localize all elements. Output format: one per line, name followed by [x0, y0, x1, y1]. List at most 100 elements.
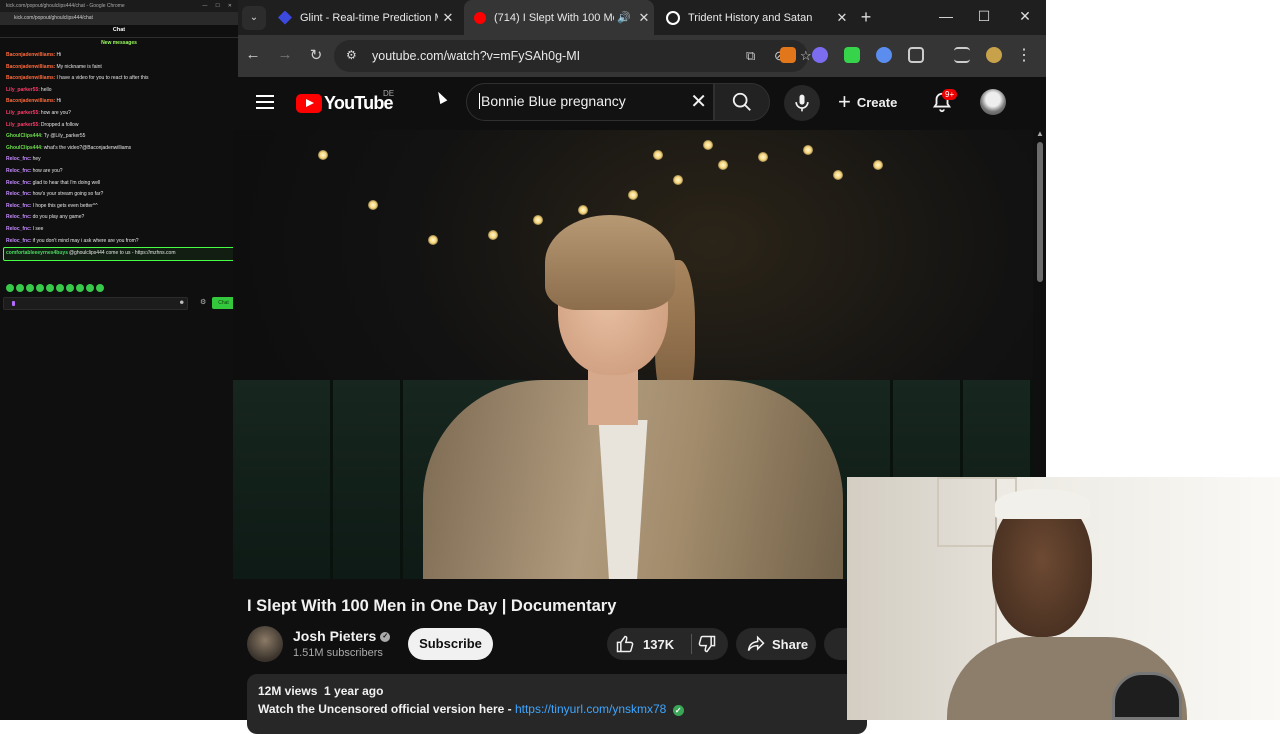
browser-menu-icon[interactable]: ⋮	[1016, 45, 1032, 65]
chat-message[interactable]: Reloc_fnc:if you don't mind may i ask wh…	[6, 236, 232, 248]
chat-window-controls[interactable]: — ☐ ✕	[202, 3, 232, 9]
chat-message[interactable]: Reloc_fnc:how are you?	[6, 166, 232, 178]
media-control-icon[interactable]	[954, 47, 970, 63]
emote-icon[interactable]	[86, 284, 94, 292]
chat-message[interactable]: Reloc_fnc:I see	[6, 224, 232, 236]
new-tab-button[interactable]: +	[856, 7, 876, 28]
chat-username[interactable]: Baconjadenwilliams:	[6, 98, 55, 104]
emote-icon[interactable]	[76, 284, 84, 292]
emote-icon[interactable]	[36, 284, 44, 292]
chat-message[interactable]: Lily_parker55:how are you?	[6, 108, 232, 120]
gear-icon[interactable]: ⚙	[200, 298, 206, 306]
thumbs-down-icon[interactable]	[697, 634, 717, 654]
emote-icon[interactable]	[16, 284, 24, 292]
tab-trident-history[interactable]: Trident History and Satan ✕	[656, 0, 852, 35]
bookmark-star-icon[interactable]: ☆	[800, 48, 812, 64]
emote-icon[interactable]	[96, 284, 104, 292]
emote-icon[interactable]	[6, 284, 14, 292]
chat-username[interactable]: Reloc_fnc:	[6, 203, 32, 209]
puzzle-extensions-icon[interactable]	[908, 47, 924, 63]
chat-username[interactable]: Lily_parker55:	[6, 87, 40, 93]
tab-glint[interactable]: Glint - Real-time Prediction Ma ✕	[268, 0, 458, 35]
close-window-button[interactable]: ✕	[1013, 8, 1037, 25]
reload-icon[interactable]: ↻	[306, 46, 326, 64]
tab-close-icon[interactable]: ✕	[832, 10, 852, 26]
site-info-icon[interactable]: ⚙	[346, 48, 357, 62]
chat-message[interactable]: GhoulClips444:Ty @Lily_parker55	[6, 131, 232, 143]
chat-message[interactable]: Baconjadenwilliams:I have a video for yo…	[6, 73, 232, 85]
chat-username[interactable]: Reloc_fnc:	[6, 226, 32, 232]
search-box[interactable]: ✕	[466, 83, 714, 121]
chat-message[interactable]: Lily_parker55:hello	[6, 85, 232, 97]
chat-message-input[interactable]: ☻	[3, 297, 188, 310]
chat-username[interactable]: Baconjadenwilliams:	[6, 52, 55, 58]
create-button[interactable]: + Create	[838, 87, 897, 117]
video-description[interactable]: 12M views 1 year ago Watch the Uncensore…	[247, 674, 867, 734]
share-button[interactable]: Share	[736, 628, 816, 660]
chat-username[interactable]: Baconjadenwilliams:	[6, 75, 55, 81]
tab-close-icon[interactable]: ✕	[438, 10, 458, 26]
chat-username[interactable]: GhoulClips444:	[6, 145, 43, 151]
emote-icon[interactable]	[46, 284, 54, 292]
chat-username[interactable]: Baconjadenwilliams:	[6, 64, 55, 70]
chat-username[interactable]: Reloc_fnc:	[6, 168, 32, 174]
chat-username[interactable]: Reloc_fnc:	[6, 238, 32, 244]
chat-message[interactable]: Reloc_fnc:hey	[6, 154, 232, 166]
tab-search-button[interactable]: ⌄	[242, 6, 266, 30]
emote-icon[interactable]	[66, 284, 74, 292]
chat-username[interactable]: GhoulClips444:	[6, 133, 43, 139]
phantom-extension-icon[interactable]	[812, 47, 828, 63]
chat-message[interactable]: Baconjadenwilliams:My nickname is faint	[6, 62, 232, 74]
voice-search-button[interactable]	[784, 85, 820, 121]
green-extension-icon[interactable]	[844, 47, 860, 63]
forward-arrow-icon[interactable]: →	[275, 46, 295, 63]
address-bar[interactable]: ⚙ youtube.com/watch?v=mFySAh0g-MI ⧉ ⊘ ☆	[334, 40, 812, 72]
emote-icon[interactable]	[26, 284, 34, 292]
chat-message[interactable]: GhoulClips444:what's the video?@Baconjad…	[6, 143, 232, 155]
hamburger-menu-icon[interactable]	[256, 91, 274, 113]
chat-username[interactable]: Lily_parker55:	[6, 122, 40, 128]
chat-message[interactable]: Baconjadenwilliams:Hi	[6, 50, 232, 62]
chat-message[interactable]: comfortableeeyrnes4buys@ghoulclips444 co…	[3, 247, 235, 261]
chat-message[interactable]: Reloc_fnc:glad to hear that I'm doing we…	[6, 178, 232, 190]
chat-message[interactable]: Reloc_fnc:how's your stream going so far…	[6, 189, 232, 201]
chat-username[interactable]: Lily_parker55:	[6, 110, 40, 116]
chat-message[interactable]: Lily_parker55:Dropped a follow	[6, 120, 232, 132]
search-button[interactable]	[714, 83, 770, 121]
metamask-extension-icon[interactable]	[780, 47, 796, 63]
chat-username[interactable]: comfortableeeyrnes4buys	[6, 250, 68, 256]
chat-username[interactable]: Reloc_fnc:	[6, 180, 32, 186]
youtube-logo[interactable]: YouTube	[296, 93, 394, 114]
maximize-button[interactable]: ☐	[972, 8, 996, 25]
chat-username[interactable]: Reloc_fnc:	[6, 214, 32, 220]
scroll-up-icon[interactable]: ▲	[1034, 129, 1046, 138]
minimize-button[interactable]: —	[934, 8, 958, 24]
speaker-icon[interactable]: 🔊	[614, 11, 634, 24]
channel-avatar[interactable]	[247, 626, 283, 662]
search-input[interactable]	[479, 93, 679, 109]
subscribe-button[interactable]: Subscribe	[408, 628, 493, 660]
scrollbar-thumb[interactable]	[1037, 142, 1043, 282]
chat-message[interactable]: Reloc_fnc:I hope this gets even better^^	[6, 201, 232, 213]
channel-name[interactable]: Josh Pieters ✓	[293, 628, 391, 644]
back-arrow-icon[interactable]: ←	[243, 46, 263, 63]
chat-emote-bar[interactable]	[6, 284, 104, 292]
tab-youtube-video[interactable]: (714) I Slept With 100 Men 🔊 ✕	[464, 0, 654, 35]
install-app-icon[interactable]: ⧉	[746, 48, 755, 64]
chat-username[interactable]: Reloc_fnc:	[6, 156, 32, 162]
emote-icon[interactable]	[56, 284, 64, 292]
tab-close-icon[interactable]: ✕	[634, 10, 654, 26]
chat-send-button[interactable]: Chat	[212, 297, 235, 309]
chat-message[interactable]: Reloc_fnc:do you play any game?	[6, 212, 232, 224]
like-button[interactable]: 137K	[615, 628, 674, 660]
chat-message-list[interactable]: Baconjadenwilliams:Hi Baconjadenwilliams:…	[0, 46, 238, 261]
chat-address-bar[interactable]: kick.com/popout/ghoulclips444/chat	[0, 12, 238, 25]
account-avatar[interactable]	[980, 89, 1006, 115]
vpn-extension-icon[interactable]	[876, 47, 892, 63]
chat-message[interactable]: Baconjadenwilliams:Hi	[6, 96, 232, 108]
chat-username[interactable]: Reloc_fnc:	[6, 191, 32, 197]
description-link[interactable]: https://tinyurl.com/ynskmx78	[515, 702, 666, 716]
emoji-picker-icon[interactable]: ☻	[179, 300, 185, 306]
profile-avatar-icon[interactable]	[986, 47, 1002, 63]
clear-search-icon[interactable]: ✕	[690, 89, 707, 114]
